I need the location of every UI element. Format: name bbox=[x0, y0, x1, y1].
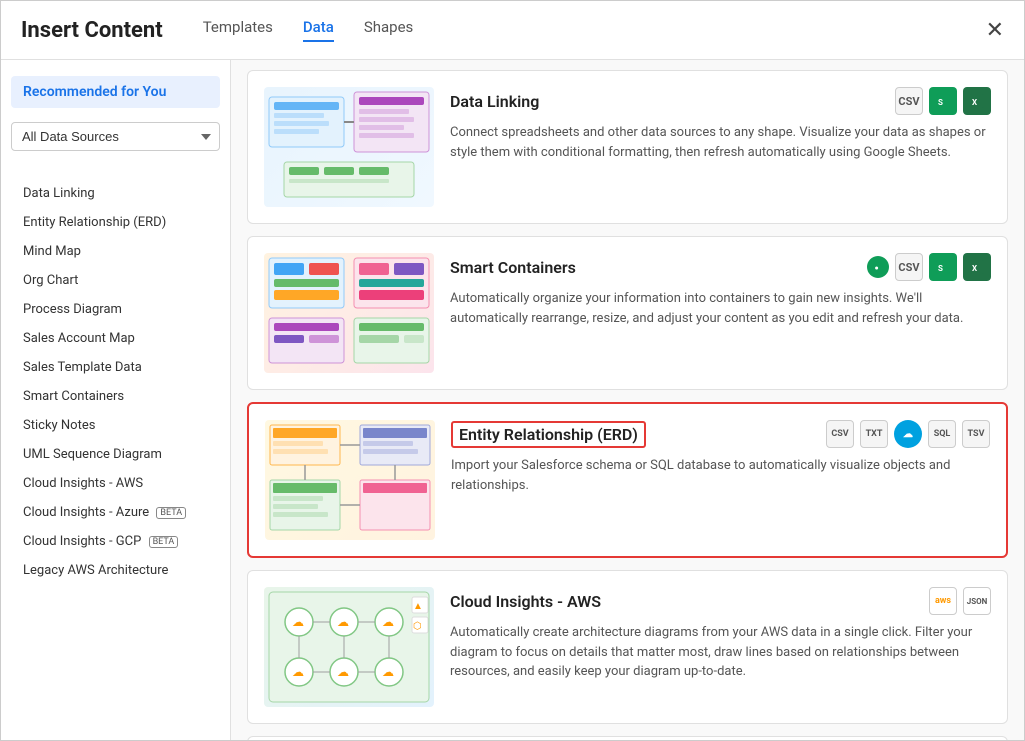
card-title-data-linking: Data Linking bbox=[450, 92, 539, 111]
svg-text:☁: ☁ bbox=[337, 665, 349, 679]
modal-body: Recommended for You All Data Sources Dat… bbox=[1, 60, 1024, 740]
sidebar-item-sales-template-data[interactable]: Sales Template Data bbox=[11, 353, 220, 382]
sidebar-item-smart-containers[interactable]: Smart Containers bbox=[11, 382, 220, 411]
tab-data[interactable]: Data bbox=[303, 18, 334, 42]
close-button[interactable]: ✕ bbox=[986, 17, 1004, 43]
csv-icon-2: CSV bbox=[895, 253, 923, 281]
svg-text:☁: ☁ bbox=[337, 615, 349, 629]
svg-text:▲: ▲ bbox=[413, 601, 423, 612]
card-icons-smart-containers: ● CSV S X bbox=[867, 253, 991, 281]
svg-text:S: S bbox=[938, 264, 943, 273]
txt-icon-erd: TXT bbox=[860, 420, 888, 448]
beta-badge-gcp: BETA bbox=[149, 536, 179, 548]
svg-text:☁: ☁ bbox=[292, 615, 304, 629]
card-title-row-cloud-aws: Cloud Insights - AWS aws JSON bbox=[450, 587, 991, 615]
modal-tabs: Templates Data Shapes bbox=[203, 18, 986, 42]
sheets-icon: S bbox=[929, 87, 957, 115]
svg-text:☁: ☁ bbox=[382, 665, 394, 679]
card-title-cloud-aws: Cloud Insights - AWS bbox=[450, 592, 601, 611]
svg-text:S: S bbox=[938, 98, 943, 107]
beta-badge-azure: BETA bbox=[156, 507, 186, 519]
card-title-row-smart-containers: Smart Containers ● CSV S X bbox=[450, 253, 991, 281]
svg-text:⬡: ⬡ bbox=[413, 621, 422, 632]
card-desc-smart-containers: Automatically organize your information … bbox=[450, 289, 991, 328]
card-title-row-data-linking: Data Linking CSV S X bbox=[450, 87, 991, 115]
aws-icon: aws bbox=[929, 587, 957, 615]
modal-header: Insert Content Templates Data Shapes ✕ bbox=[1, 1, 1024, 60]
card-erd[interactable]: Entity Relationship (ERD) CSV TXT ☁ SQL … bbox=[247, 402, 1008, 558]
tsv-icon-erd: TSV bbox=[962, 420, 990, 448]
thumbnail-smart-containers bbox=[264, 253, 434, 373]
card-icons-cloud-aws: aws JSON bbox=[929, 587, 991, 615]
sidebar-item-org-chart[interactable]: Org Chart bbox=[11, 266, 220, 295]
sidebar-item-data-linking[interactable]: Data Linking bbox=[11, 179, 220, 208]
recommended-for-you-button[interactable]: Recommended for You bbox=[11, 76, 220, 108]
card-title-row-erd: Entity Relationship (ERD) CSV TXT ☁ SQL … bbox=[451, 420, 990, 448]
data-sources-dropdown[interactable]: All Data Sources bbox=[11, 122, 220, 151]
sidebar-item-sales-account-map[interactable]: Sales Account Map bbox=[11, 324, 220, 353]
svg-text:●: ● bbox=[875, 264, 879, 272]
card-info-cloud-aws: Cloud Insights - AWS aws JSON Automatica… bbox=[450, 587, 991, 707]
sheets-icon-2: S bbox=[929, 253, 957, 281]
sidebar-item-cloud-gcp[interactable]: Cloud Insights - GCP BETA bbox=[11, 527, 220, 556]
excel-icon-2: X bbox=[963, 253, 991, 281]
tab-shapes[interactable]: Shapes bbox=[364, 18, 413, 42]
card-data-linking[interactable]: Data Linking CSV S X Connect spreadsheet… bbox=[247, 70, 1008, 224]
svg-text:X: X bbox=[972, 98, 977, 107]
card-smart-containers[interactable]: Smart Containers ● CSV S X bbox=[247, 236, 1008, 390]
svg-text:☁: ☁ bbox=[382, 615, 394, 629]
card-title-erd: Entity Relationship (ERD) bbox=[451, 421, 646, 448]
sidebar-item-cloud-aws[interactable]: Cloud Insights - AWS bbox=[11, 469, 220, 498]
card-info-data-linking: Data Linking CSV S X Connect spreadsheet… bbox=[450, 87, 991, 207]
json-icon: JSON bbox=[963, 587, 991, 615]
svg-text:X: X bbox=[972, 264, 977, 273]
svg-text:☁: ☁ bbox=[292, 665, 304, 679]
main-content: Data Linking CSV S X Connect spreadsheet… bbox=[231, 60, 1024, 740]
sidebar-item-erd[interactable]: Entity Relationship (ERD) bbox=[11, 208, 220, 237]
sql-icon-erd: SQL bbox=[928, 420, 956, 448]
sidebar-item-process-diagram[interactable]: Process Diagram bbox=[11, 295, 220, 324]
sidebar-item-uml-sequence[interactable]: UML Sequence Diagram bbox=[11, 440, 220, 469]
sidebar-item-mind-map[interactable]: Mind Map bbox=[11, 237, 220, 266]
excel-icon: X bbox=[963, 87, 991, 115]
card-desc-erd: Import your Salesforce schema or SQL dat… bbox=[451, 456, 990, 495]
card-title-smart-containers: Smart Containers bbox=[450, 258, 576, 277]
card-desc-cloud-aws: Automatically create architecture diagra… bbox=[450, 623, 991, 682]
card-icons-erd: CSV TXT ☁ SQL TSV bbox=[826, 420, 990, 448]
csv-icon: CSV bbox=[895, 87, 923, 115]
sidebar-item-cloud-azure[interactable]: Cloud Insights - Azure BETA bbox=[11, 498, 220, 527]
sidebar-item-sticky-notes[interactable]: Sticky Notes bbox=[11, 411, 220, 440]
tab-templates[interactable]: Templates bbox=[203, 18, 273, 42]
sidebar: Recommended for You All Data Sources Dat… bbox=[1, 60, 231, 740]
sidebar-item-legacy-aws[interactable]: Legacy AWS Architecture bbox=[11, 556, 220, 585]
thumbnail-erd bbox=[265, 420, 435, 540]
thumbnail-data-linking bbox=[264, 87, 434, 207]
card-cloud-aws[interactable]: ☁ ☁ ☁ ☁ ☁ ☁ bbox=[247, 570, 1008, 724]
green-dot-icon: ● bbox=[867, 256, 889, 278]
thumbnail-cloud-aws: ☁ ☁ ☁ ☁ ☁ ☁ bbox=[264, 587, 434, 707]
sf-icon-erd: ☁ bbox=[894, 420, 922, 448]
card-info-smart-containers: Smart Containers ● CSV S X bbox=[450, 253, 991, 373]
card-desc-data-linking: Connect spreadsheets and other data sour… bbox=[450, 123, 991, 162]
csv-icon-erd: CSV bbox=[826, 420, 854, 448]
modal-title: Insert Content bbox=[21, 18, 163, 43]
card-info-erd: Entity Relationship (ERD) CSV TXT ☁ SQL … bbox=[451, 420, 990, 540]
modal-container: Insert Content Templates Data Shapes ✕ R… bbox=[0, 0, 1025, 741]
card-sales-account-map[interactable]: 👤 👤 👤 👤 👤 bbox=[247, 736, 1008, 740]
card-icons-data-linking: CSV S X bbox=[895, 87, 991, 115]
